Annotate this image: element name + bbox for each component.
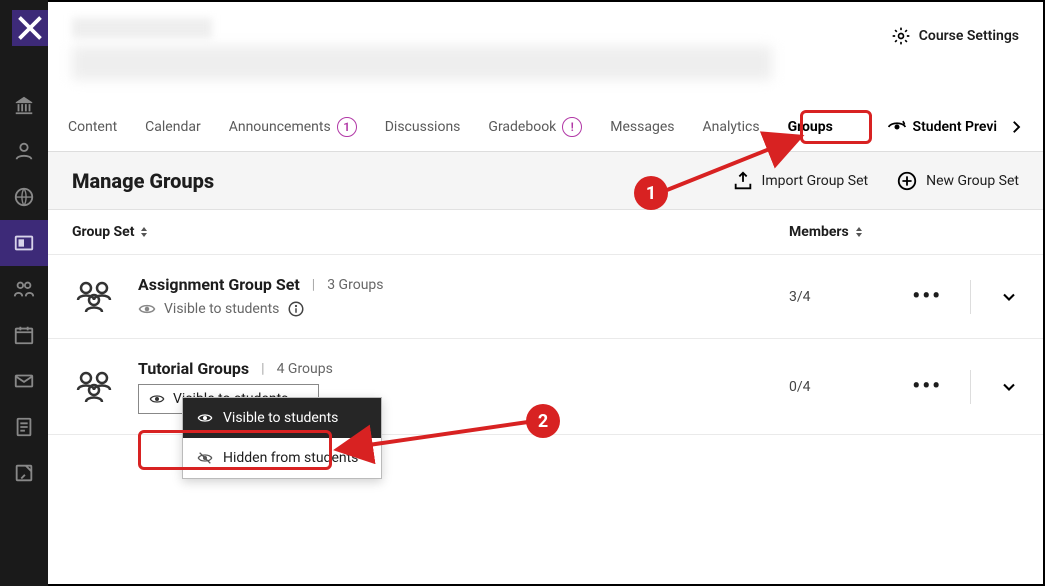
expand-row-button[interactable] <box>999 287 1019 307</box>
rail-messages-icon[interactable] <box>0 358 48 404</box>
visibility-option-visible[interactable]: Visible to students <box>183 398 381 438</box>
more-options-button[interactable]: ••• <box>912 374 942 399</box>
info-icon[interactable] <box>287 300 305 318</box>
gear-icon <box>891 26 911 46</box>
rail-institution-icon[interactable] <box>0 82 48 128</box>
close-panel-button[interactable] <box>12 10 48 46</box>
eye-icon <box>138 300 156 318</box>
manage-groups-bar: Manage Groups Import Group Set New Group… <box>48 152 1043 210</box>
tab-groups[interactable]: Groups <box>786 113 835 141</box>
sort-icon <box>853 226 865 238</box>
course-settings-label: Course Settings <box>919 28 1019 44</box>
tab-gradebook[interactable]: Gradebook ! <box>486 111 584 143</box>
members-count: 3/4 <box>789 289 899 305</box>
rail-groups-icon[interactable] <box>0 266 48 312</box>
course-title-block <box>72 18 891 80</box>
visibility-option-hidden[interactable]: Hidden from students <box>183 438 381 478</box>
rail-courses-icon[interactable] <box>0 220 48 266</box>
rail-profile-icon[interactable] <box>0 128 48 174</box>
main-panel: Course Settings Content Calendar Announc… <box>48 0 1045 586</box>
tab-announcements[interactable]: Announcements 1 <box>227 111 359 143</box>
rail-calendar-icon[interactable] <box>0 312 48 358</box>
group-set-name[interactable]: Tutorial Groups <box>138 359 249 378</box>
group-icon <box>72 368 118 406</box>
visibility-dropdown-menu: Visible to students Hidden from students <box>182 397 382 479</box>
course-code-redacted <box>72 18 212 38</box>
members-count: 0/4 <box>789 379 899 395</box>
column-header-groupset[interactable]: Group Set <box>72 224 789 240</box>
group-count-label: 4 Groups <box>277 361 333 377</box>
tab-discussions[interactable]: Discussions <box>383 113 463 141</box>
group-icon <box>72 278 118 316</box>
group-count-label: 3 Groups <box>327 277 383 293</box>
tab-analytics[interactable]: Analytics <box>701 113 762 141</box>
manage-groups-title: Manage Groups <box>72 169 214 193</box>
new-group-set-button[interactable]: New Group Set <box>896 170 1019 192</box>
announcements-badge: 1 <box>337 117 357 137</box>
column-header-members[interactable]: Members <box>789 224 899 240</box>
tabs-scroll-right-icon[interactable] <box>1007 118 1025 136</box>
eye-icon <box>149 391 165 407</box>
more-options-button[interactable]: ••• <box>912 284 942 309</box>
course-settings-button[interactable]: Course Settings <box>891 18 1019 46</box>
group-set-row: Tutorial Groups | 4 Groups Visible to st… <box>48 338 1043 435</box>
plus-circle-icon <box>896 170 918 192</box>
course-header: Course Settings <box>48 2 1043 102</box>
gradebook-badge: ! <box>562 117 582 137</box>
rail-tools-icon[interactable] <box>0 450 48 496</box>
rail-activity-icon[interactable] <box>0 174 48 220</box>
import-group-set-button[interactable]: Import Group Set <box>732 170 869 192</box>
sort-icon <box>138 226 150 238</box>
tab-content[interactable]: Content <box>66 113 119 141</box>
group-set-name[interactable]: Assignment Group Set <box>138 275 300 294</box>
preview-eye-icon <box>887 117 907 137</box>
student-preview-button[interactable]: Student Previ <box>887 117 997 137</box>
expand-row-button[interactable] <box>999 377 1019 397</box>
close-icon <box>12 10 48 46</box>
course-name-redacted <box>72 46 772 80</box>
tab-messages[interactable]: Messages <box>608 113 676 141</box>
tab-calendar[interactable]: Calendar <box>143 113 203 141</box>
course-tabs: Content Calendar Announcements 1 Discuss… <box>48 102 1043 152</box>
visibility-indicator: Visible to students <box>138 300 789 318</box>
group-set-row: Assignment Group Set | 3 Groups Visible … <box>48 254 1043 338</box>
upload-icon <box>732 170 754 192</box>
eye-icon <box>197 410 213 426</box>
eye-off-icon <box>197 450 213 466</box>
left-nav-rail <box>0 0 48 586</box>
rail-grades-icon[interactable] <box>0 404 48 450</box>
group-table-header: Group Set Members <box>48 210 1043 254</box>
